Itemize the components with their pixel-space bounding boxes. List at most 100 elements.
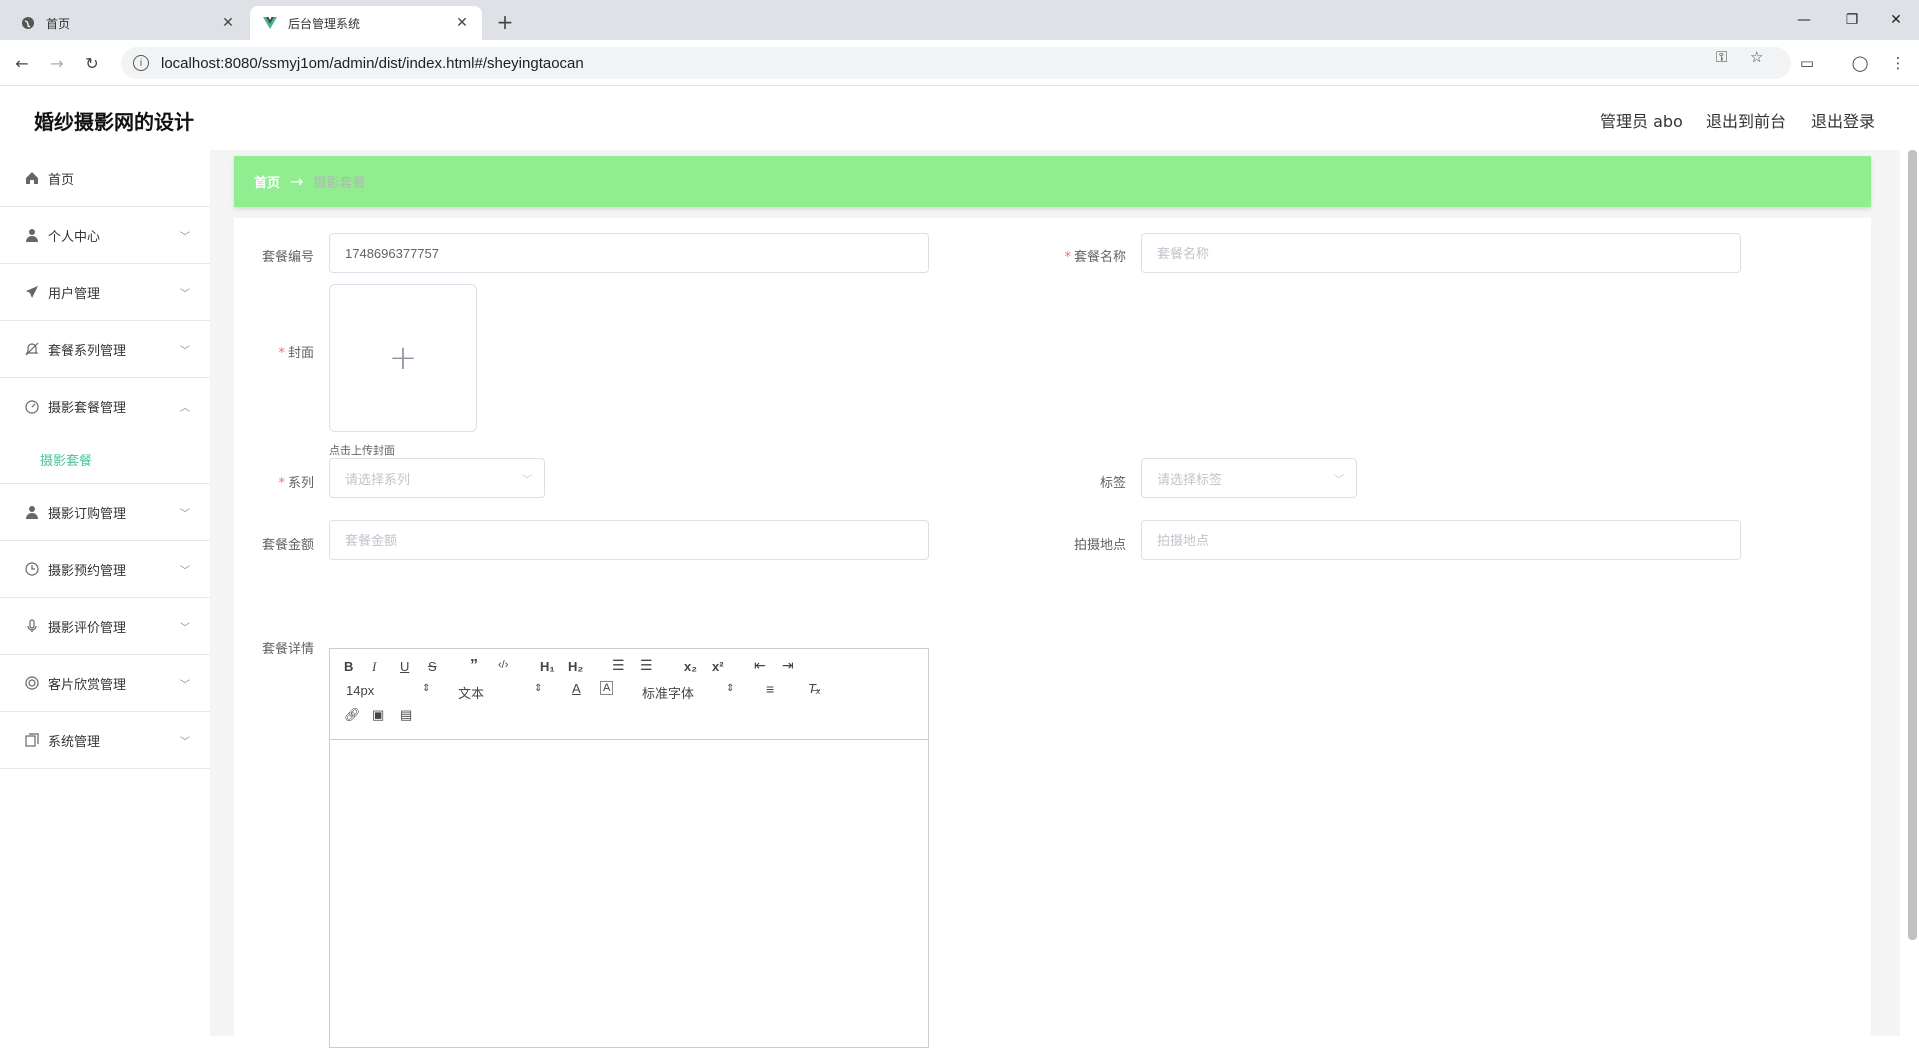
tag-select[interactable]: 请选择标签 ﹀ [1141,458,1357,498]
back-icon[interactable]: ← [8,49,36,77]
font-color-icon[interactable]: A [572,681,581,696]
sidebar-item-gallery[interactable]: 客片欣赏管理 ﹀ [0,655,210,712]
location-input[interactable] [1141,520,1741,560]
code-block-icon[interactable]: ‹/› [498,659,508,671]
price-input[interactable] [329,520,929,560]
sidebar-item-users[interactable]: 用户管理 ﹀ [0,264,210,321]
cover-label: * 封面 [278,346,314,361]
browser-tab-strip: 首页 ✕ 后台管理系统 ✕ + — ❐ ✕ [0,0,1919,40]
chevron-down-icon: ﹀ [1334,474,1344,486]
globe-icon [20,15,36,31]
sidebar-item-packages[interactable]: 摄影套餐管理 ︿ [0,378,210,435]
sidebar-item-orders[interactable]: 摄影订购管理 ﹀ [0,484,210,541]
bold-icon[interactable]: B [344,659,353,674]
logout-link[interactable]: 退出登录 [1811,108,1875,132]
series-select[interactable]: 请选择系列 ﹀ [329,458,545,498]
header-select[interactable]: 文本 [458,683,484,702]
tab-title: 后台管理系统 [288,16,361,31]
series-label: * 系列 [278,476,314,491]
sidebar-item-personal[interactable]: 个人中心 ﹀ [0,207,210,264]
blockquote-icon[interactable]: ” [470,657,478,675]
background-color-icon[interactable]: A [600,681,614,695]
close-tab-icon[interactable]: ✕ [220,15,236,31]
url-text: localhost:8080/ssmyj1om/admin/dist/index… [161,54,584,72]
price-label: 套餐金额 [261,538,314,553]
underline-icon[interactable]: U [400,659,409,674]
aperture-icon [24,675,40,691]
sidebar-item-home[interactable]: 首页 [0,150,210,207]
clear-format-icon[interactable]: T̶ₓ [808,681,821,696]
home-icon [24,170,40,186]
image-icon[interactable]: ▣ [372,707,384,723]
cover-upload-button[interactable]: + [329,284,477,432]
font-family-select[interactable]: 标准字体 [642,683,694,702]
sidebar-item-series[interactable]: 套餐系列管理 ﹀ [0,321,210,378]
chevron-down-icon: ﹀ [180,622,190,634]
bookmark-star-icon[interactable]: ☆ [1750,48,1763,66]
heading1-icon[interactable]: H₁ [540,659,555,674]
code-input[interactable] [329,233,929,273]
italic-icon[interactable]: I [372,659,376,675]
main-content: 首页 → 摄影套餐 套餐编号 *套餐名称 *封面 + 点击上传封面 *系列 请选… [210,150,1900,1048]
cast-icon[interactable]: ▭ [1793,49,1821,77]
updown-icon: ⇕ [534,683,543,694]
breadcrumb-current: 摄影套餐 [313,176,366,191]
align-icon[interactable]: ≡ [766,681,774,697]
superscript-icon[interactable]: x² [712,659,724,674]
tab-title: 首页 [46,16,71,31]
bell-off-icon [24,341,40,357]
editor-content-area[interactable] [330,740,928,1048]
key-icon[interactable]: ⚿ [1716,48,1727,66]
chevron-down-icon: ﹀ [180,736,190,748]
indent-icon[interactable]: ⇥ [782,657,794,674]
name-label: * 套餐名称 [1064,250,1126,265]
breadcrumb: 首页 → 摄影套餐 [234,156,1871,207]
page-scrollbar[interactable] [1908,150,1917,940]
sidebar-item-system[interactable]: 系统管理 ﹀ [0,712,210,769]
font-size-select[interactable]: 14px [346,683,374,698]
breadcrumb-home[interactable]: 首页 [254,172,280,191]
browser-tab-home[interactable]: 首页 ✕ [8,6,248,40]
url-bar[interactable]: i localhost:8080/ssmyj1om/admin/dist/ind… [121,47,1791,79]
profile-icon[interactable]: ◯ [1846,49,1874,77]
close-window-icon[interactable]: ✕ [1872,0,1919,40]
updown-icon: ⇕ [726,683,735,694]
user-icon [24,504,40,520]
send-icon [24,284,40,300]
new-tab-icon[interactable]: + [491,8,519,36]
browser-tab-admin[interactable]: 后台管理系统 ✕ [250,6,482,40]
kebab-menu-icon[interactable]: ⋮ [1884,49,1912,77]
reload-icon[interactable]: ↻ [78,49,106,77]
sidebar-subitem-package[interactable]: 摄影套餐 [0,435,210,484]
sidebar-item-label: 摄影套餐管理 [48,401,127,416]
editor-toolbar: B I U S ” ‹/› H₁ H₂ ☰ ☰ x₂ x² ⇤ ⇥ 14px ⇕… [330,649,928,740]
close-tab-icon[interactable]: ✕ [454,15,470,31]
link-icon[interactable]: 🔗︎ [344,707,361,723]
video-icon[interactable]: ▤ [400,707,412,723]
chevron-down-icon: ﹀ [180,508,190,520]
detail-label: 套餐详情 [261,642,314,657]
chevron-down-icon: ﹀ [180,288,190,300]
sidebar: 首页 个人中心 ﹀ 用户管理 ﹀ 套餐系列管理 ﹀ 摄影套餐管理 ︿ 摄影套餐 … [0,150,210,1036]
app-header: 婚纱摄影网的设计 管理员 abo 退出到前台 退出登录 [0,86,1919,150]
sidebar-item-reviews[interactable]: 摄影评价管理 ﹀ [0,598,210,655]
sidebar-item-label: 系统管理 [48,734,101,750]
clock-icon [24,561,40,577]
name-input[interactable] [1141,233,1741,273]
restore-icon[interactable]: ❐ [1828,0,1876,40]
forward-icon[interactable]: → [43,49,71,77]
strikethrough-icon[interactable]: S [428,659,437,674]
minimize-icon[interactable]: — [1780,0,1828,40]
subscript-icon[interactable]: x₂ [684,659,697,674]
plus-icon: + [388,338,418,378]
ordered-list-icon[interactable]: ☰ [612,657,625,674]
outdent-icon[interactable]: ⇤ [754,657,766,674]
breadcrumb-separator: → [290,172,304,191]
heading2-icon[interactable]: H₂ [568,659,583,674]
chevron-up-icon: ︿ [180,403,190,414]
site-info-icon[interactable]: i [133,55,149,71]
bullet-list-icon[interactable]: ☰ [640,657,653,674]
sidebar-item-appointments[interactable]: 摄影预约管理 ﹀ [0,541,210,598]
vue-logo-icon [262,15,278,31]
back-to-front-link[interactable]: 退出到前台 [1706,108,1786,132]
